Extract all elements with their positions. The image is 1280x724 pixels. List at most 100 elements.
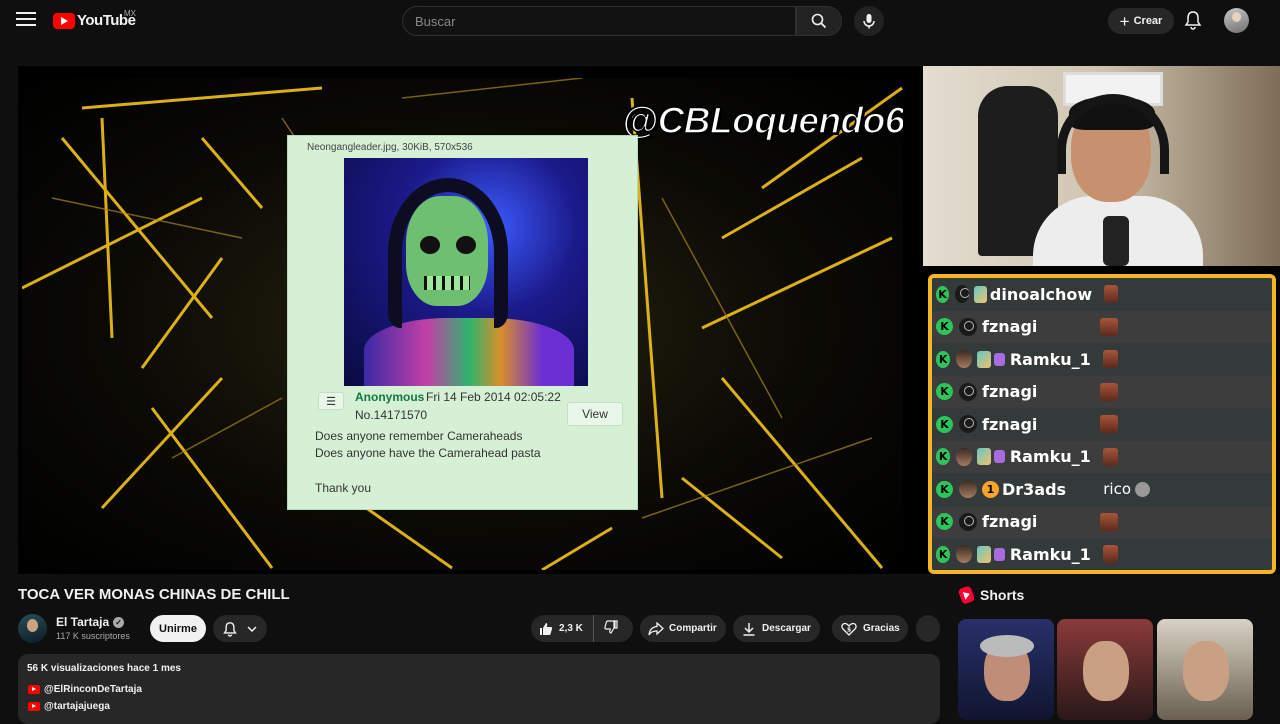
chat-username: Dr3ads: [1002, 479, 1067, 499]
chat-message: Kfznagi: [932, 408, 1272, 441]
thumbs-up-icon: [540, 622, 553, 635]
chat-username: fznagi: [982, 382, 1038, 402]
chat-message: K 1 Dr3ads rico: [932, 473, 1272, 506]
chat-username: Ramku_1: [1009, 544, 1091, 564]
post-file-info: Neongangleader.jpg, 30KiB, 570x536: [307, 142, 473, 153]
join-button[interactable]: Unirme: [150, 615, 206, 642]
emote-icon: [1100, 317, 1118, 336]
chat-message: K Ramku_1: [932, 538, 1272, 570]
kick-badge-icon: K: [936, 415, 953, 433]
chat-user-avatar: [959, 415, 977, 434]
kick-badge-icon: K: [936, 545, 951, 563]
download-button[interactable]: Descargar: [733, 615, 820, 642]
chat-user-avatar: [956, 350, 972, 369]
thumbs-down-icon: [604, 620, 618, 634]
channel-handle-overlay: @CBLoquendo64: [621, 99, 903, 142]
short-thumbnail[interactable]: [1157, 619, 1253, 720]
plus-icon: +: [1119, 11, 1130, 31]
chat-message: Kfznagi: [932, 375, 1272, 408]
stream-chat-overlay: Kdinoalchow Kfznagi K Ramku_1 Kfznagi Kfznagi…: [928, 274, 1276, 574]
create-button[interactable]: + Crear: [1108, 8, 1174, 34]
microphone-icon: [863, 14, 875, 29]
kick-badge-icon: K: [936, 448, 951, 466]
kick-badge-icon: K: [936, 285, 950, 303]
chat-username: Ramku_1: [1009, 447, 1091, 467]
emote-icon: [1102, 545, 1118, 564]
account-avatar[interactable]: [1224, 8, 1249, 33]
emote-icon: [1100, 415, 1118, 434]
post-date: Fri 14 Feb 2014 02:05:22: [426, 390, 561, 404]
like-dislike-group: 2,3 K: [531, 615, 633, 642]
sub-badge-icon: [976, 545, 991, 563]
subscription-bell-button[interactable]: [213, 615, 267, 642]
kick-badge-icon: K: [936, 513, 953, 531]
sub-badge-icon: [976, 350, 991, 368]
country-code: MX: [124, 9, 136, 18]
notifications-button[interactable]: [1184, 10, 1204, 32]
gift-badge-icon: [993, 547, 1005, 561]
description-link-text[interactable]: @ElRinconDeTartaja: [44, 684, 142, 695]
chat-username: fznagi: [982, 317, 1038, 337]
gift-badge-icon: [993, 450, 1005, 464]
kick-badge-icon: K: [936, 383, 953, 401]
chat-message: Kfznagi: [932, 310, 1272, 343]
video-title: TOCA VER MONAS CHINAS DE CHILL: [18, 586, 290, 603]
streamer-webcam: [923, 66, 1280, 266]
chat-message: K Ramku_1: [932, 343, 1272, 376]
chat-user-avatar: [955, 285, 969, 304]
channel-avatar[interactable]: [18, 614, 47, 643]
chat-user-avatar: [956, 447, 972, 466]
short-thumbnail[interactable]: [958, 619, 1054, 720]
description-link-text[interactable]: @tartajajuega: [44, 701, 110, 712]
youtube-icon: [28, 702, 40, 711]
download-icon: [743, 622, 755, 636]
chat-user-avatar: [956, 545, 972, 564]
channel-name-text[interactable]: El Tartaja: [56, 615, 109, 629]
youtube-logo[interactable]: YouTube MX: [53, 9, 136, 29]
gift-badge-icon: [993, 352, 1005, 366]
post-line: Thank you: [315, 481, 372, 495]
forum-post: Neongangleader.jpg, 30KiB, 570x536 ☰ Ano…: [287, 135, 638, 510]
video-player[interactable]: @CBLoquendo64 Neongangleader.jpg, 30KiB,…: [18, 66, 1280, 574]
thanks-button[interactable]: $ Gracias: [832, 615, 908, 642]
shorts-icon: [957, 585, 976, 605]
sub-badge-icon: [976, 448, 991, 466]
voice-search-button[interactable]: [854, 6, 884, 36]
post-number: No.14171570: [355, 408, 428, 422]
post-author: Anonymous: [355, 390, 425, 404]
description-box[interactable]: 56 K visualizaciones hace 1 mes @ElRinco…: [18, 654, 940, 724]
share-button[interactable]: Compartir: [640, 615, 726, 642]
dislike-button[interactable]: [594, 620, 618, 637]
chat-text: rico: [1103, 480, 1131, 499]
search-icon: [811, 13, 827, 29]
chat-username: fznagi: [982, 512, 1038, 532]
description-link[interactable]: @ElRinconDeTartaja: [28, 684, 142, 695]
create-label: Crear: [1133, 15, 1163, 27]
post-line: Does anyone have the Camerahead pasta: [315, 446, 541, 460]
emote-icon: [1102, 350, 1118, 369]
menu-icon[interactable]: [16, 12, 36, 30]
chat-user-avatar: [959, 317, 977, 336]
chat-text-wrap: rico: [1103, 480, 1150, 498]
kick-badge-icon: K: [936, 318, 953, 336]
channel-name[interactable]: El Tartaja ✓: [56, 615, 125, 629]
chat-username: Ramku_1: [1009, 349, 1091, 369]
video-gameplay-area: @CBLoquendo64 Neongangleader.jpg, 30KiB,…: [22, 78, 903, 570]
short-thumbnail[interactable]: [1057, 619, 1153, 720]
thanks-label: Gracias: [863, 623, 900, 634]
chat-user-avatar: [959, 480, 977, 499]
share-label: Compartir: [669, 623, 717, 634]
description-link[interactable]: @tartajajuega: [28, 701, 110, 712]
kick-badge-icon: K: [936, 350, 951, 368]
more-actions-button[interactable]: [916, 615, 940, 642]
like-button[interactable]: 2,3 K: [531, 615, 594, 642]
subscriber-count: 117 K suscriptores: [56, 631, 130, 641]
like-count: 2,3 K: [559, 623, 583, 634]
sub-badge-icon: [973, 285, 987, 303]
search-button[interactable]: [796, 6, 842, 36]
search-input[interactable]: [403, 7, 795, 35]
bell-icon: [1184, 11, 1202, 30]
gold-badge-icon: 1: [982, 480, 999, 498]
chevron-down-icon: [247, 625, 257, 632]
chat-message: Kdinoalchow: [932, 278, 1272, 311]
